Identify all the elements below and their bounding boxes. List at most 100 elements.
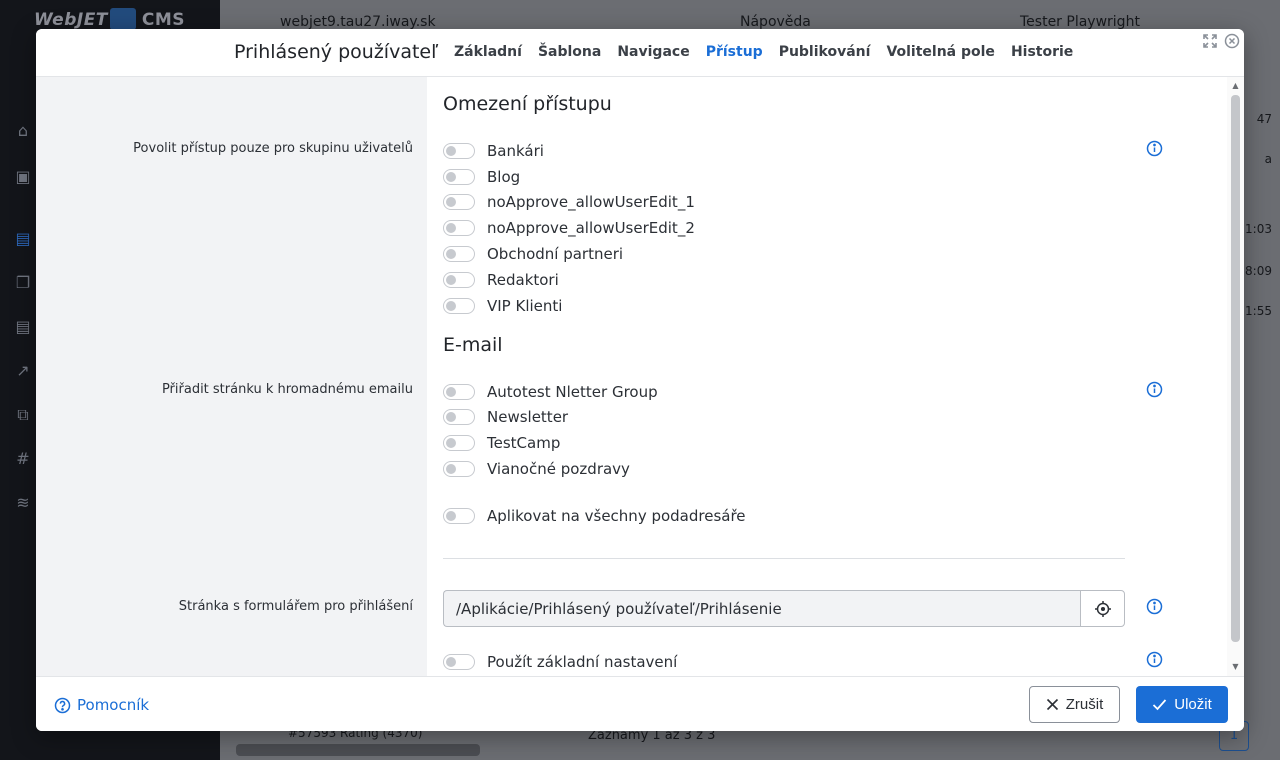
background-value: 47 bbox=[1256, 112, 1272, 126]
modal-title: Prihlásený používateľ bbox=[234, 41, 439, 63]
email-group-row: Vianočné pozdravy bbox=[443, 459, 630, 479]
info-icon[interactable] bbox=[1146, 651, 1163, 668]
email-group-name: Autotest Nletter Group bbox=[487, 383, 658, 401]
email-group-row: Autotest Nletter Group bbox=[443, 382, 658, 402]
layers-icon: ⧉ bbox=[17, 405, 29, 424]
access-group-row: noApprove_allowUserEdit_2 bbox=[443, 218, 695, 238]
access-group-name: Blog bbox=[487, 168, 521, 186]
tab-template[interactable]: Šablona bbox=[538, 44, 601, 60]
background-scrollbar bbox=[236, 744, 480, 756]
check-icon bbox=[1153, 699, 1167, 711]
tab-navigation[interactable]: Navigace bbox=[617, 44, 689, 60]
modal-footer: Pomocník Zrušit Uložit bbox=[36, 676, 1244, 731]
email-group-toggle[interactable] bbox=[443, 384, 475, 400]
info-icon[interactable] bbox=[1146, 140, 1163, 157]
labels-pane: Povolit přístup pouze pro skupinu uživat… bbox=[36, 77, 427, 676]
use-default-toggle[interactable] bbox=[443, 654, 475, 670]
tab-history[interactable]: Historie bbox=[1011, 44, 1073, 60]
help-link[interactable]: Pomocník bbox=[54, 696, 149, 714]
access-group-toggle[interactable] bbox=[443, 169, 475, 185]
access-group-name: noApprove_allowUserEdit_2 bbox=[487, 219, 695, 237]
login-page-input[interactable] bbox=[443, 590, 1081, 627]
access-group-toggle[interactable] bbox=[443, 194, 475, 210]
home-icon: ⌂ bbox=[17, 121, 29, 140]
email-group-name: TestCamp bbox=[487, 434, 561, 452]
hash-icon: # bbox=[16, 449, 30, 468]
use-default-row: Použít základní nastavení bbox=[443, 652, 677, 672]
access-group-row: Redaktori bbox=[443, 270, 559, 290]
document-icon: ▤ bbox=[15, 317, 31, 336]
access-group-row: Bankári bbox=[443, 141, 544, 161]
cancel-label: Zrušit bbox=[1065, 696, 1104, 713]
apply-subdirs-row: Aplikovat na všechny podadresáře bbox=[443, 506, 746, 526]
scroll-down-icon[interactable]: ▼ bbox=[1231, 662, 1240, 671]
close-icon[interactable] bbox=[1224, 33, 1240, 49]
access-group-name: VIP Klienti bbox=[487, 297, 563, 315]
email-group-toggle[interactable] bbox=[443, 435, 475, 451]
access-group-name: Bankári bbox=[487, 142, 544, 160]
save-button[interactable]: Uložit bbox=[1136, 686, 1228, 723]
access-group-name: noApprove_allowUserEdit_1 bbox=[487, 193, 695, 211]
scroll-up-icon[interactable]: ▲ bbox=[1231, 81, 1240, 90]
section-divider bbox=[443, 558, 1125, 559]
background-user: Tester Playwright bbox=[1020, 14, 1140, 30]
help-label: Pomocník bbox=[77, 696, 150, 714]
background-value: 8:09 bbox=[1245, 264, 1272, 278]
tab-optional-fields[interactable]: Volitelná pole bbox=[886, 44, 995, 60]
tab-bar: Základní Šablona Navigace Přístup Publik… bbox=[454, 44, 1073, 60]
email-group-toggle[interactable] bbox=[443, 409, 475, 425]
external-link-icon: ↗ bbox=[16, 361, 30, 380]
use-default-label: Použít základní nastavení bbox=[487, 653, 678, 671]
login-page-label: Stránka s formulářem pro přihlášení bbox=[178, 599, 413, 614]
logo-cube-icon bbox=[110, 8, 136, 30]
email-group-name: Newsletter bbox=[487, 408, 569, 426]
access-group-row: noApprove_allowUserEdit_1 bbox=[443, 192, 695, 212]
access-group-toggle[interactable] bbox=[443, 220, 475, 236]
access-group-toggle[interactable] bbox=[443, 298, 475, 314]
email-group-row: TestCamp bbox=[443, 433, 560, 453]
modal-body: Povolit přístup pouze pro skupinu uživat… bbox=[36, 77, 1244, 676]
fields-pane: Omezení přístupu Bankári Blog noApprove_… bbox=[427, 77, 1227, 676]
modal-header: Prihlásený používateľ Základní Šablona N… bbox=[36, 29, 1244, 77]
tab-access[interactable]: Přístup bbox=[706, 44, 763, 60]
email-group-label: Přiřadit stránku k hromadnému emailu bbox=[161, 382, 413, 397]
background-value: 1:03 bbox=[1245, 222, 1272, 236]
email-group-toggle[interactable] bbox=[443, 461, 475, 477]
database-icon: ≋ bbox=[16, 493, 30, 512]
info-icon[interactable] bbox=[1146, 381, 1163, 398]
x-icon bbox=[1046, 698, 1058, 711]
access-group-name: Obchodní partneri bbox=[487, 245, 624, 263]
copy-icon: ❐ bbox=[15, 273, 31, 292]
background-value: 1:55 bbox=[1245, 304, 1272, 318]
access-group-toggle[interactable] bbox=[443, 143, 475, 159]
apply-subdirs-label: Aplikovat na všechny podadresáře bbox=[487, 507, 746, 525]
crosshair-icon bbox=[1094, 600, 1111, 617]
maximize-icon[interactable] bbox=[1202, 33, 1218, 49]
access-group-row: VIP Klienti bbox=[443, 296, 562, 316]
access-group-label: Povolit přístup pouze pro skupinu uživat… bbox=[133, 141, 413, 156]
background-help: Nápověda bbox=[740, 14, 811, 30]
access-group-row: Blog bbox=[443, 167, 520, 187]
access-group-toggle[interactable] bbox=[443, 272, 475, 288]
background-value: a bbox=[1264, 152, 1272, 166]
email-group-row: Newsletter bbox=[443, 407, 568, 427]
pages-icon: ▤ bbox=[15, 229, 31, 248]
email-section-title: E-mail bbox=[443, 334, 503, 356]
scrollbar-thumb[interactable] bbox=[1231, 95, 1240, 642]
image-icon: ▣ bbox=[15, 167, 31, 186]
tab-basic[interactable]: Základní bbox=[454, 44, 522, 60]
info-icon[interactable] bbox=[1146, 598, 1163, 615]
access-group-toggle[interactable] bbox=[443, 246, 475, 262]
access-group-row: Obchodní partneri bbox=[443, 244, 623, 264]
email-group-name: Vianočné pozdravy bbox=[487, 460, 630, 478]
tab-publishing[interactable]: Publikování bbox=[779, 44, 871, 60]
access-group-name: Redaktori bbox=[487, 271, 559, 289]
background-host: webjet9.tau27.iway.sk bbox=[280, 14, 436, 30]
cancel-button[interactable]: Zrušit bbox=[1029, 686, 1120, 723]
save-label: Uložit bbox=[1174, 696, 1212, 713]
vertical-scrollbar[interactable]: ▲ ▼ bbox=[1227, 77, 1244, 676]
apply-subdirs-toggle[interactable] bbox=[443, 508, 475, 524]
select-page-button[interactable] bbox=[1080, 590, 1125, 627]
access-section-title: Omezení přístupu bbox=[443, 93, 612, 115]
question-icon bbox=[54, 697, 71, 713]
